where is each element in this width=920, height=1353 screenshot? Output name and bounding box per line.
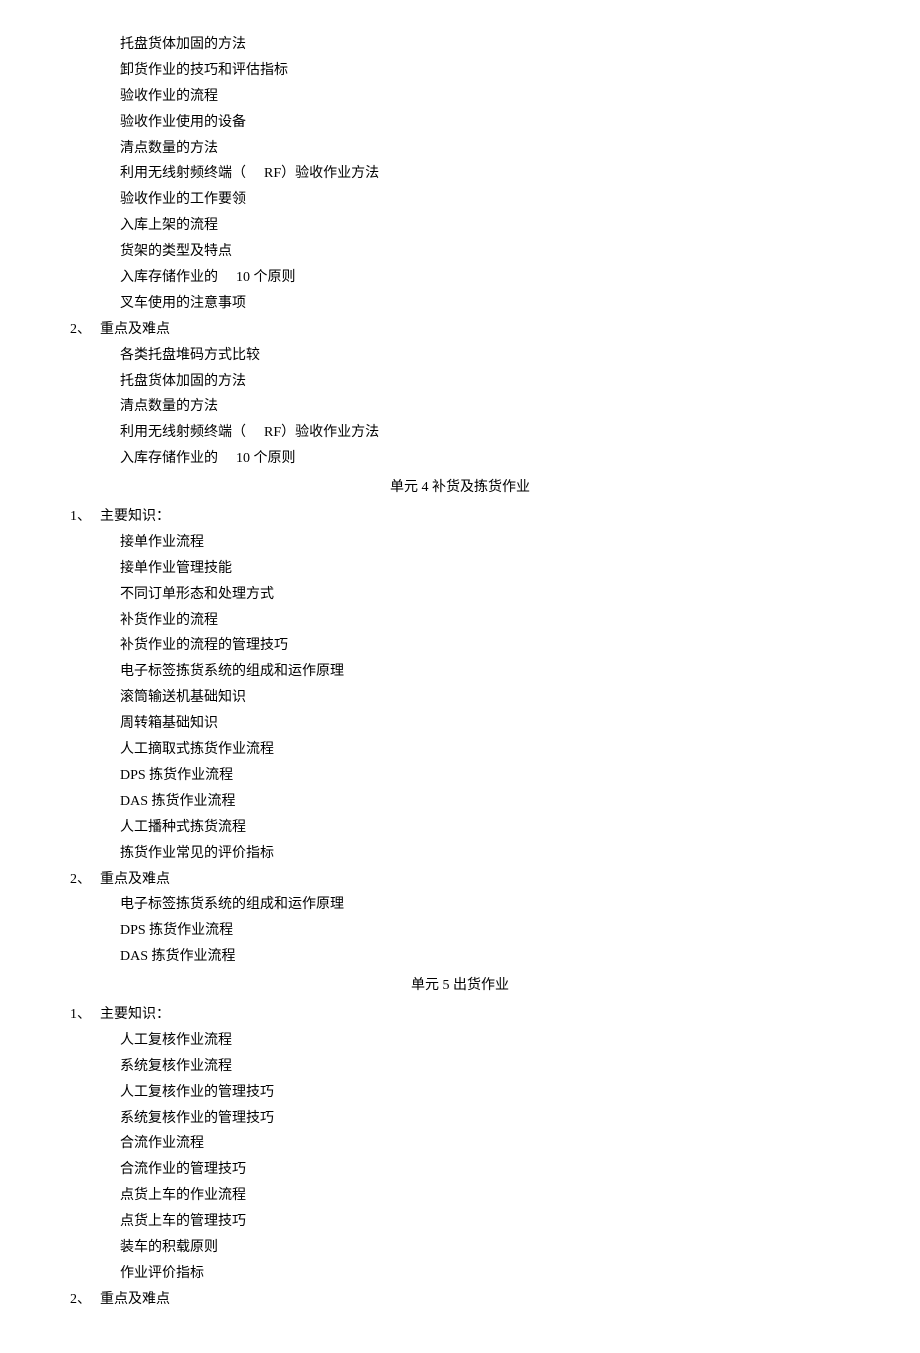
important-item-rf: 利用无线射频终端（ RF）验收作业方法 — [60, 420, 860, 446]
knowledge-item: 作业评价指标 — [60, 1261, 860, 1287]
number-marker: 2、 — [70, 317, 100, 343]
knowledge-item: 货架的类型及特点 — [60, 239, 860, 265]
heading-text: 主要知识： — [100, 504, 170, 530]
section-heading-main: 1、 主要知识： — [60, 504, 860, 530]
storage-suffix: 10 个原则 — [236, 451, 296, 466]
heading-text: 重点及难点 — [100, 1287, 170, 1313]
knowledge-item: 合流作业流程 — [60, 1131, 860, 1157]
knowledge-item: 人工复核作业的管理技巧 — [60, 1080, 860, 1106]
knowledge-item-storage: 入库存储作业的 10 个原则 — [60, 265, 860, 291]
knowledge-item: 系统复核作业流程 — [60, 1054, 860, 1080]
heading-text: 重点及难点 — [100, 867, 170, 893]
section-heading-important: 2、 重点及难点 — [60, 1287, 860, 1313]
unit-4-title: 单元 4 补货及拣货作业 — [60, 475, 860, 501]
knowledge-item: 人工摘取式拣货作业流程 — [60, 737, 860, 763]
number-marker: 1、 — [70, 504, 100, 530]
section-heading-important: 2、 重点及难点 — [60, 867, 860, 893]
rf-prefix: 利用无线射频终端（ — [120, 166, 246, 181]
important-item-storage: 入库存储作业的 10 个原则 — [60, 446, 860, 472]
important-item: 清点数量的方法 — [60, 394, 860, 420]
heading-text: 重点及难点 — [100, 317, 170, 343]
knowledge-item: 周转箱基础知识 — [60, 711, 860, 737]
knowledge-item-rf: 利用无线射频终端（ RF）验收作业方法 — [60, 161, 860, 187]
knowledge-item: 验收作业使用的设备 — [60, 110, 860, 136]
knowledge-item: DAS 拣货作业流程 — [60, 789, 860, 815]
knowledge-item: 验收作业的工作要领 — [60, 187, 860, 213]
number-marker: 2、 — [70, 1287, 100, 1313]
knowledge-item: 叉车使用的注意事项 — [60, 291, 860, 317]
section-heading-main: 1、 主要知识： — [60, 1002, 860, 1028]
important-item: DPS 拣货作业流程 — [60, 918, 860, 944]
knowledge-item: 接单作业管理技能 — [60, 556, 860, 582]
knowledge-item: 拣货作业常见的评价指标 — [60, 841, 860, 867]
knowledge-item: 清点数量的方法 — [60, 136, 860, 162]
important-item: DAS 拣货作业流程 — [60, 944, 860, 970]
knowledge-item: 不同订单形态和处理方式 — [60, 582, 860, 608]
knowledge-item: 卸货作业的技巧和评估指标 — [60, 58, 860, 84]
knowledge-item: 滚筒输送机基础知识 — [60, 685, 860, 711]
heading-text: 主要知识： — [100, 1002, 170, 1028]
knowledge-item: 验收作业的流程 — [60, 84, 860, 110]
storage-suffix: 10 个原则 — [236, 270, 296, 285]
knowledge-item: 合流作业的管理技巧 — [60, 1157, 860, 1183]
knowledge-item: 点货上车的管理技巧 — [60, 1209, 860, 1235]
knowledge-item: 补货作业的流程的管理技巧 — [60, 633, 860, 659]
rf-suffix: RF）验收作业方法 — [264, 166, 379, 181]
unit-5-title: 单元 5 出货作业 — [60, 973, 860, 999]
knowledge-item: 入库上架的流程 — [60, 213, 860, 239]
rf-prefix: 利用无线射频终端（ — [120, 425, 246, 440]
section-heading-important: 2、 重点及难点 — [60, 317, 860, 343]
knowledge-item: 补货作业的流程 — [60, 608, 860, 634]
knowledge-item: 人工播种式拣货流程 — [60, 815, 860, 841]
knowledge-item: 点货上车的作业流程 — [60, 1183, 860, 1209]
storage-prefix: 入库存储作业的 — [120, 451, 218, 466]
knowledge-item: 接单作业流程 — [60, 530, 860, 556]
knowledge-item: DPS 拣货作业流程 — [60, 763, 860, 789]
knowledge-item: 装车的积载原则 — [60, 1235, 860, 1261]
storage-prefix: 入库存储作业的 — [120, 270, 218, 285]
important-item: 托盘货体加固的方法 — [60, 369, 860, 395]
knowledge-item: 托盘货体加固的方法 — [60, 32, 860, 58]
knowledge-item: 电子标签拣货系统的组成和运作原理 — [60, 659, 860, 685]
knowledge-item: 系统复核作业的管理技巧 — [60, 1106, 860, 1132]
number-marker: 2、 — [70, 867, 100, 893]
important-item: 各类托盘堆码方式比较 — [60, 343, 860, 369]
important-item: 电子标签拣货系统的组成和运作原理 — [60, 892, 860, 918]
number-marker: 1、 — [70, 1002, 100, 1028]
rf-suffix: RF）验收作业方法 — [264, 425, 379, 440]
knowledge-item: 人工复核作业流程 — [60, 1028, 860, 1054]
